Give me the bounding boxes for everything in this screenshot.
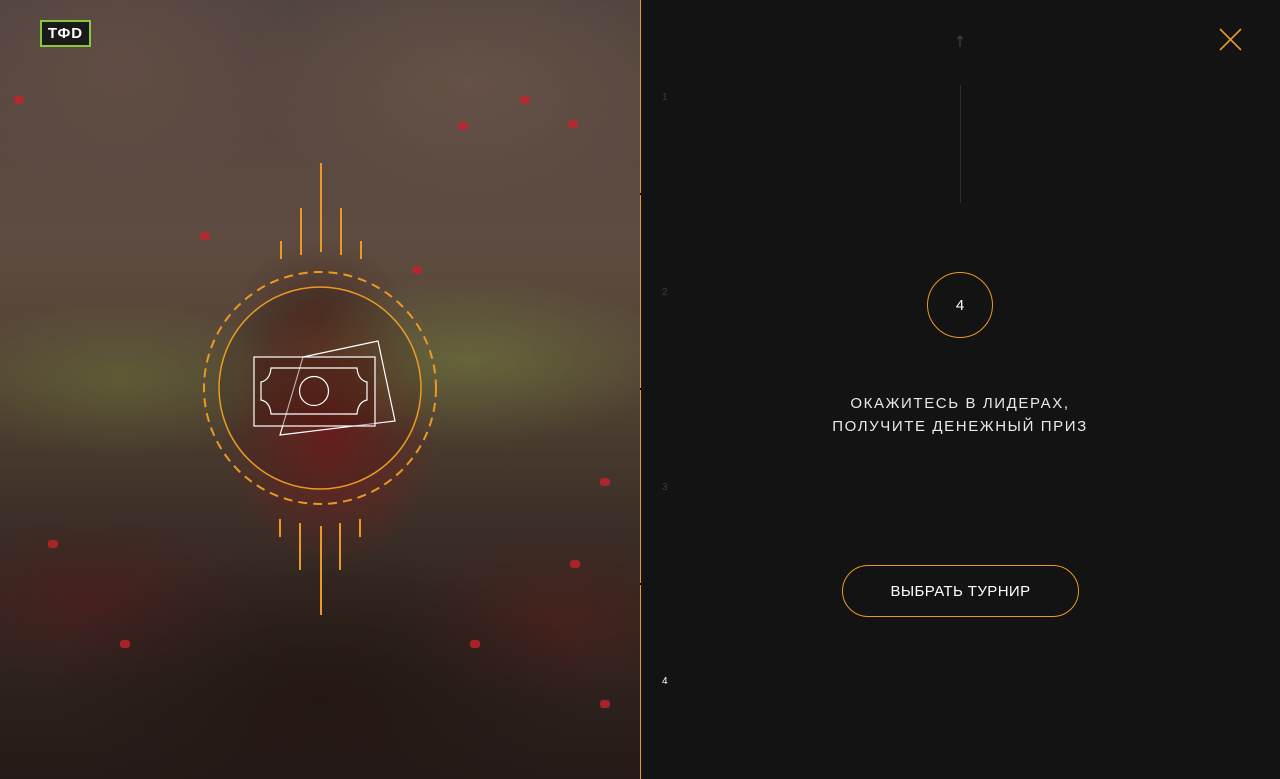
confetti [600, 478, 610, 486]
step-nav-3[interactable]: 3 [662, 482, 668, 493]
step-marker [640, 193, 641, 195]
step-marker [640, 388, 641, 390]
arrow-up-icon[interactable] [955, 34, 965, 48]
step-nav-1[interactable]: 1 [662, 92, 668, 103]
confetti [470, 640, 480, 648]
confetti [520, 96, 530, 104]
step-title-line-2: ПОЛУЧИТЕ ДЕНЕЖНЫЙ ПРИЗ [832, 418, 1088, 435]
step-nav-2[interactable]: 2 [662, 287, 668, 298]
money-bills-emblem-icon [203, 163, 437, 615]
step-marker [640, 583, 641, 585]
confetti [570, 560, 580, 568]
hero-image-panel: ТФD [0, 0, 640, 779]
confetti [600, 700, 610, 708]
step-title-line-1: ОКАЖИТЕСЬ В ЛИДЕРАХ, [850, 395, 1070, 412]
step-nav-4[interactable]: 4 [662, 676, 668, 687]
confetti [120, 640, 130, 648]
confetti [568, 120, 578, 128]
confetti [458, 122, 468, 130]
close-icon[interactable] [1218, 26, 1244, 52]
choose-tournament-button[interactable]: ВЫБРАТЬ ТУРНИР [842, 565, 1079, 617]
logo[interactable]: ТФD [40, 20, 91, 47]
confetti [48, 540, 58, 548]
step-number-badge: 4 [927, 272, 993, 338]
scroll-track [960, 85, 961, 203]
confetti [14, 96, 24, 104]
step-title: ОКАЖИТЕСЬ В ЛИДЕРАХ, ПОЛУЧИТЕ ДЕНЕЖНЫЙ П… [770, 392, 1150, 438]
